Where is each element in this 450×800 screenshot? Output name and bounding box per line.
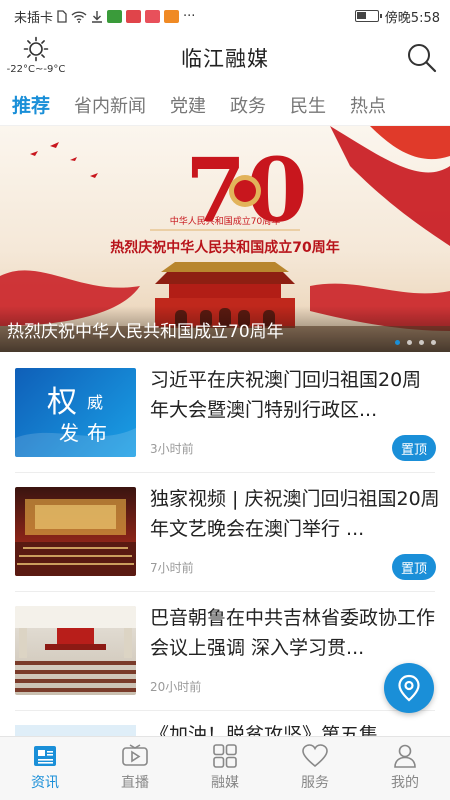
sim-icon: [57, 9, 67, 23]
news-time: 20小时前: [150, 680, 202, 694]
news-headline: 巴音朝鲁在中共吉林省委政协工作会议上强调 深入学习贯...: [150, 607, 436, 659]
tab-recommend[interactable]: 推荐: [0, 91, 62, 118]
tab-party-building[interactable]: 党建: [158, 92, 218, 118]
app-notification-icon: [126, 9, 142, 23]
sun-icon: [23, 36, 49, 62]
banner-caption: 热烈庆祝中华人民共和国成立70周年: [7, 322, 284, 342]
search-icon[interactable]: [406, 42, 438, 74]
nav-label: 资讯: [31, 775, 59, 791]
thumb-char: 权: [47, 385, 77, 420]
news-item[interactable]: 独家视频 | 庆祝澳门回归祖国20周年文艺晚会在澳门举行 ... 7小时前 置顶: [0, 474, 450, 592]
grid-icon: [213, 744, 237, 768]
status-left: 未插卡 ···: [14, 7, 355, 26]
nav-media[interactable]: 融媒: [180, 737, 270, 800]
nav-service[interactable]: 服务: [270, 737, 360, 800]
pinned-badge: 置顶: [392, 554, 436, 580]
nav-label: 融媒: [211, 775, 239, 791]
news-icon: [34, 746, 56, 766]
news-item[interactable]: 巴音朝鲁在中共吉林省委政协工作会议上强调 深入学习贯... 20小时前: [0, 593, 450, 711]
status-right: 傍晚5:58: [354, 7, 440, 26]
user-icon: [394, 744, 416, 768]
nav-news[interactable]: 资讯: [0, 737, 90, 800]
news-thumbnail: [15, 487, 136, 576]
thumb-char: 发: [59, 421, 79, 445]
nav-label: 服务: [301, 775, 329, 791]
news-headline: 《加油！脱贫攻坚》第五集: [150, 724, 379, 736]
wifi-icon: [71, 10, 87, 23]
heart-icon: [302, 744, 328, 768]
news-thumbnail: 权 威 发 布: [15, 368, 136, 457]
tab-livelihood[interactable]: 民生: [278, 92, 338, 118]
carrier-text: 未插卡: [14, 10, 54, 26]
bottom-navigation: 资讯 直播 融媒 服务 我的: [0, 736, 450, 800]
carousel-dots: [395, 340, 436, 345]
tab-government[interactable]: 政务: [218, 92, 278, 118]
banner-caption-bar: 热烈庆祝中华人民共和国成立70周年: [0, 306, 450, 352]
carousel-dot[interactable]: [395, 340, 400, 345]
more-notifications: ···: [183, 8, 196, 24]
news-time: 7小时前: [150, 561, 194, 575]
app-title: 临江融媒: [181, 47, 269, 71]
app-header: -22°C~-9°C 临江融媒: [0, 32, 450, 84]
divider: [15, 591, 435, 592]
pinned-badge: 置顶: [392, 435, 436, 461]
thumb-char: 布: [87, 421, 107, 445]
news-item[interactable]: 权 威 发 布 习近平在庆祝澳门回归祖国20周年大会暨澳门特别行政区... 3小…: [0, 355, 450, 473]
divider: [15, 472, 435, 473]
divider: [15, 710, 435, 711]
carousel-dot[interactable]: [431, 340, 436, 345]
status-bar: 未插卡 ··· 傍晚5:58: [0, 0, 450, 32]
location-button[interactable]: [384, 663, 434, 713]
location-pin-icon: [398, 674, 420, 702]
battery-icon: [354, 10, 382, 22]
carousel-dot[interactable]: [419, 340, 424, 345]
news-thumbnail: [15, 725, 136, 736]
weather-temperature: -22°C~-9°C: [6, 64, 66, 75]
poster-line-1: 中华人民共和国成立70周年: [170, 215, 280, 227]
thumb-char: 威: [87, 393, 103, 412]
carousel-dot[interactable]: [407, 340, 412, 345]
news-headline: 独家视频 | 庆祝澳门回归祖国20周年文艺晚会在澳门举行 ...: [150, 488, 440, 540]
tab-province-news[interactable]: 省内新闻: [62, 92, 158, 118]
app-notification-icon: [164, 9, 180, 23]
news-item-partial[interactable]: 《加油！脱贫攻坚》第五集: [0, 712, 450, 736]
category-tabs: 推荐 省内新闻 党建 政务 民生 热点: [0, 84, 450, 126]
download-icon: [92, 10, 103, 23]
app-notification-icon: [107, 9, 123, 23]
nav-label: 我的: [391, 775, 419, 791]
clock: 傍晚5:58: [384, 10, 440, 26]
poster-line-2: 热烈庆祝中华人民共和国成立70周年: [110, 239, 339, 256]
nav-label: 直播: [121, 775, 149, 791]
nav-live[interactable]: 直播: [90, 737, 180, 800]
nav-profile[interactable]: 我的: [360, 737, 450, 800]
tab-hot[interactable]: 热点: [338, 92, 398, 118]
live-tv-icon: [122, 744, 148, 766]
banner-carousel[interactable]: 70 中华人民共和国成立70周年 热烈庆祝中华人民共和国成立70周年 热烈庆祝中…: [0, 126, 450, 352]
weather-widget[interactable]: -22°C~-9°C: [4, 36, 68, 75]
news-headline: 习近平在庆祝澳门回归祖国20周年大会暨澳门特别行政区...: [150, 369, 422, 421]
news-time: 3小时前: [150, 442, 194, 456]
app-notification-icon: [145, 9, 161, 23]
news-thumbnail: [15, 606, 136, 695]
